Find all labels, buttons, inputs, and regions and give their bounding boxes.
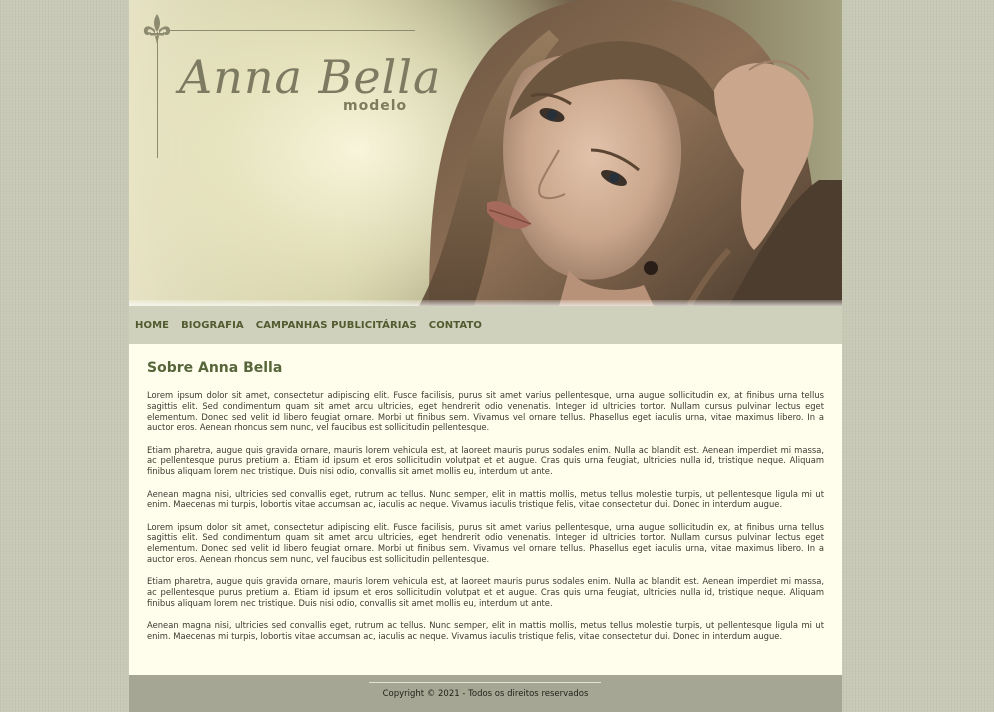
- content-paragraph: Etiam pharetra, augue quis gravida ornar…: [147, 444, 824, 477]
- page-title: Sobre Anna Bella: [147, 360, 283, 376]
- footer: Copyright © 2021 - Todos os direitos res…: [129, 675, 842, 712]
- page-container: Anna Bella modelo HOME BIOGRAFIA CAMPANH…: [129, 0, 842, 712]
- content-paragraph: Etiam pharetra, augue quis gravida ornar…: [147, 576, 824, 608]
- logo-vertical-line: [157, 32, 158, 158]
- logo-title: Anna Bella: [179, 50, 442, 104]
- nav-item-home[interactable]: HOME: [135, 320, 169, 331]
- content-body: Lorem ipsum dolor sit amet, consectetur …: [147, 390, 824, 653]
- nav-item-campanhas-publicitarias[interactable]: CAMPANHAS PUBLICITÁRIAS: [256, 320, 417, 331]
- nav-item-biografia[interactable]: BIOGRAFIA: [181, 320, 244, 331]
- logo-subtitle: modelo: [343, 98, 408, 114]
- content-paragraph: Lorem ipsum dolor sit amet, consectetur …: [147, 390, 824, 433]
- logo-horizontal-line: [169, 30, 415, 31]
- content-paragraph: Aenean magna nisi, ultricies sed convall…: [147, 488, 824, 510]
- header-banner: Anna Bella modelo: [129, 0, 842, 306]
- content-paragraph: Lorem ipsum dolor sit amet, consectetur …: [147, 521, 824, 565]
- footer-divider: [369, 682, 601, 683]
- main-nav: HOME BIOGRAFIA CAMPANHAS PUBLICITÁRIAS C…: [129, 306, 842, 344]
- content-paragraph: Aenean magna nisi, ultricies sed convall…: [147, 620, 824, 642]
- nav-item-contato[interactable]: CONTATO: [429, 320, 482, 331]
- footer-copyright: Copyright © 2021 - Todos os direitos res…: [382, 689, 589, 699]
- main-content: Sobre Anna Bella Lorem ipsum dolor sit a…: [129, 344, 842, 675]
- model-photo: [419, 0, 842, 306]
